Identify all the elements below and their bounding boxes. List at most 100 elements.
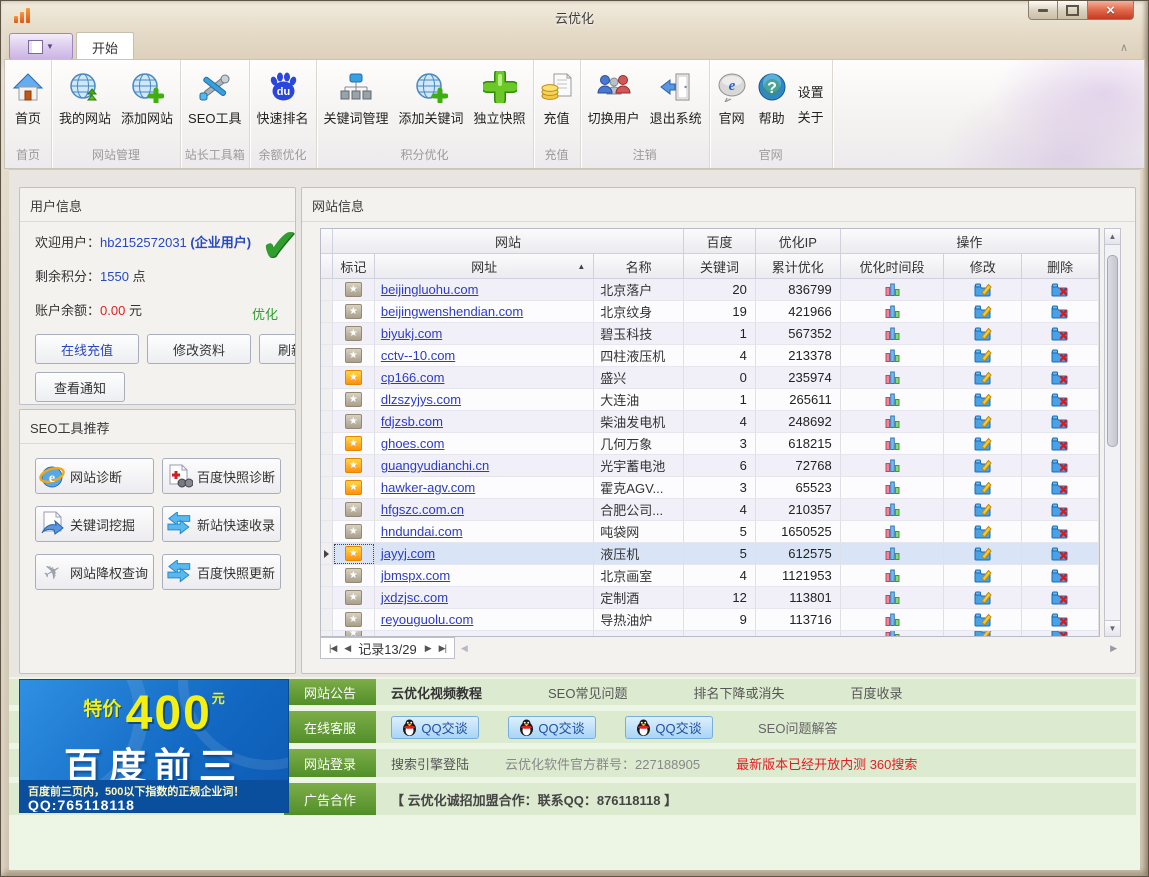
qq-chat-button[interactable]: QQ交谈 [391,716,479,739]
col-edit[interactable]: 修改 [944,254,1022,279]
site-url-link[interactable]: dlzszyjys.com [381,392,461,407]
edit-profile-button[interactable]: 修改资料 [147,334,251,364]
table-row[interactable]: ★reyouguolu.com导热油炉9113716 [321,609,1099,631]
delete-cell[interactable] [1022,609,1099,631]
settings-link[interactable]: 设置 [798,82,824,101]
snapshot-diagnose-button[interactable]: 百度快照诊断 [162,458,281,494]
delete-cell[interactable] [1022,587,1099,609]
star-icon[interactable]: ★ [345,546,362,561]
star-icon[interactable]: ★ [345,414,362,429]
edit-cell[interactable] [944,279,1022,301]
delete-cell[interactable] [1022,411,1099,433]
close-button[interactable]: × [1088,1,1134,20]
group-header-ops[interactable]: 操作 [841,229,1099,254]
star-icon[interactable]: ★ [345,304,362,319]
maximize-button[interactable] [1058,1,1088,20]
website-button[interactable]: e 官网 [712,63,752,145]
table-row[interactable]: ★jayyj.com液压机5612575 [321,543,1099,565]
downgrade-check-button[interactable]: ✈ 网站降权查询 [35,554,154,590]
period-cell[interactable] [841,455,945,477]
table-row[interactable]: ★beijingluohu.com北京落户20836799 [321,279,1099,301]
edit-cell[interactable] [944,323,1022,345]
seo-tools-button[interactable]: SEO工具 [183,63,246,145]
site-url-link[interactable]: cctv--10.com [381,348,455,363]
ad-banner[interactable]: 特价 400元 百度前三 百度前三页内，500以下指数的正规企业词！ QQ:76… [19,679,289,813]
star-cell[interactable]: ★ [333,587,375,609]
col-url[interactable]: 网址▲ [375,254,594,279]
site-url-link[interactable]: hawker-agv.com [381,480,475,495]
site-diagnose-button[interactable]: e 网站诊断 [35,458,154,494]
delete-cell[interactable] [1022,499,1099,521]
star-cell[interactable]: ★ [333,389,375,411]
refresh-button[interactable]: 刷新 [259,334,296,364]
delete-cell[interactable] [1022,477,1099,499]
star-icon[interactable]: ★ [345,326,362,341]
recharge-button[interactable]: 充值 [536,63,578,145]
site-url-link[interactable]: guangyudianchi.cn [381,458,489,473]
star-cell[interactable]: ★ [333,521,375,543]
col-name[interactable]: 名称 [594,254,684,279]
table-row[interactable]: ★hndundai.com吨袋网51650525 [321,521,1099,543]
star-icon[interactable]: ★ [345,392,362,407]
table-row[interactable]: ★dlzszyjys.com大连油1265611 [321,389,1099,411]
help-button[interactable]: ? 帮助 [752,63,792,145]
star-icon[interactable]: ★ [345,568,362,583]
col-period[interactable]: 优化时间段 [841,254,945,279]
about-link[interactable]: 关于 [798,107,824,126]
star-cell[interactable]: ★ [333,543,375,565]
keyword-manage-button[interactable]: 关键词管理 [319,63,394,145]
pager-first-icon[interactable]: |◀ [329,643,336,654]
site-url-link[interactable]: beijingwenshendian.com [381,304,523,319]
period-cell[interactable] [841,389,945,411]
star-icon[interactable]: ★ [345,458,362,473]
star-cell[interactable]: ★ [333,433,375,455]
star-cell[interactable]: ★ [333,411,375,433]
tab-start[interactable]: 开始 [76,32,134,61]
star-cell[interactable]: ★ [333,477,375,499]
period-cell[interactable] [841,367,945,389]
scroll-down-icon[interactable]: ▼ [1105,620,1120,636]
group-header-baidu[interactable]: 百度 [684,229,756,254]
star-icon[interactable]: ★ [345,348,362,363]
site-url-link[interactable]: fdjzsb.com [381,414,443,429]
minimize-button[interactable] [1028,1,1058,20]
snapshot-button[interactable]: 独立快照 [469,63,531,145]
seo-answer-link[interactable]: SEO问题解答 [758,718,837,737]
site-url-link[interactable]: ghoes.com [381,436,445,451]
table-row[interactable]: ★cp166.com盛兴0235974 [321,367,1099,389]
star-cell[interactable]: ★ [333,279,375,301]
star-icon[interactable]: ★ [345,612,362,627]
col-mark[interactable]: 标记 [333,254,375,279]
exit-button[interactable]: 退出系统 [645,63,707,145]
quick-rank-button[interactable]: du 快速排名 [252,63,314,145]
site-url-link[interactable]: hndundai.com [381,524,463,539]
col-keywords[interactable]: 关键词 [684,254,756,279]
table-row[interactable]: ★beijingwenshendian.com北京纹身19421966 [321,301,1099,323]
edit-cell[interactable] [944,433,1022,455]
delete-cell[interactable] [1022,279,1099,301]
home-button[interactable]: 首页 [7,63,49,145]
edit-cell[interactable] [944,543,1022,565]
delete-cell[interactable] [1022,389,1099,411]
delete-cell[interactable] [1022,367,1099,389]
table-row[interactable]: ★ghoes.com几何万象3618215 [321,433,1099,455]
qq-chat-button[interactable]: QQ交谈 [625,716,713,739]
announce-link[interactable]: 云优化视频教程 [391,683,482,702]
star-cell[interactable]: ★ [333,565,375,587]
period-cell[interactable] [841,565,945,587]
site-url-link[interactable]: beijingluohu.com [381,282,479,297]
star-icon[interactable]: ★ [345,524,362,539]
edit-cell[interactable] [944,411,1022,433]
site-url-link[interactable]: reyouguolu.com [381,612,474,627]
star-cell[interactable]: ★ [333,301,375,323]
period-cell[interactable] [841,609,945,631]
keyword-dig-button[interactable]: 关键词挖掘 [35,506,154,542]
star-icon[interactable]: ★ [345,502,362,517]
app-menu-button[interactable]: ▼ [9,33,73,60]
star-cell[interactable]: ★ [333,323,375,345]
edit-cell[interactable] [944,477,1022,499]
edit-cell[interactable] [944,521,1022,543]
hscroll-right-icon[interactable]: ▶ [1110,643,1117,654]
table-row[interactable]: ★biyukj.com碧玉科技1567352 [321,323,1099,345]
col-total[interactable]: 累计优化 [756,254,841,279]
